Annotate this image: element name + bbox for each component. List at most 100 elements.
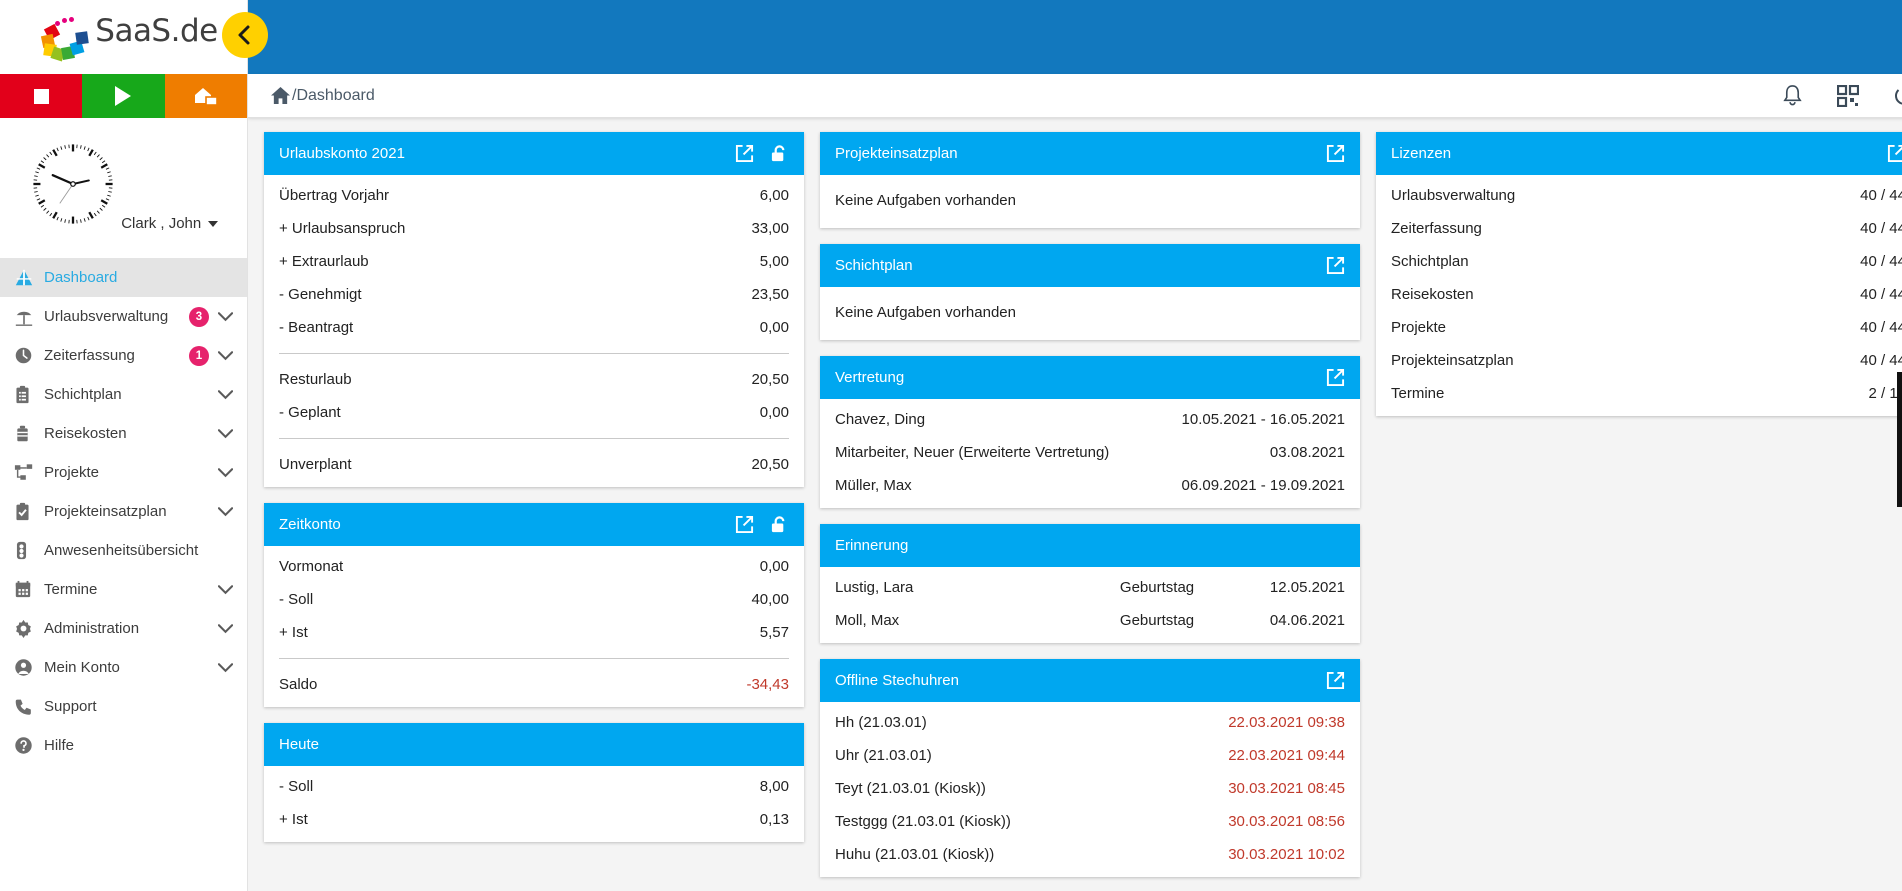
- row-label: Chavez, Ding: [835, 411, 926, 428]
- chevron-down-icon[interactable]: [218, 350, 233, 361]
- data-row: + Ist 0,13: [264, 803, 804, 836]
- phone-icon: [14, 697, 44, 716]
- data-row: Hh (21.03.01) 22.03.2021 09:38: [820, 706, 1360, 739]
- sidebar: SaaS.de Clark , John Dashboard Urlaubsve…: [0, 0, 248, 891]
- sidebar-item-anwesenheits-bersicht[interactable]: Anwesenheitsübersicht: [0, 531, 247, 570]
- unlock-icon[interactable]: [770, 515, 789, 534]
- row-value: 0,00: [759, 404, 789, 421]
- row-label: Resturlaub: [279, 371, 352, 388]
- row-label: Unverplant: [279, 456, 352, 473]
- saas-logo-icon: [41, 14, 99, 62]
- external-link-icon[interactable]: [735, 144, 754, 163]
- sidebar-item-label: Mein Konto: [44, 659, 120, 676]
- sidebar-item-urlaubsverwaltung[interactable]: Urlaubsverwaltung 3: [0, 297, 247, 336]
- sidebar-item-label: Hilfe: [44, 737, 75, 754]
- row-value: 30.03.2021 08:45: [1228, 780, 1345, 797]
- sidebar-item-administration[interactable]: Administration: [0, 609, 247, 648]
- notification-bell-icon[interactable]: [1782, 84, 1803, 107]
- row-label: - Soll: [279, 591, 314, 608]
- quick-action-bar: [0, 74, 247, 118]
- card-title: Urlaubskonto 2021: [279, 145, 405, 162]
- sidebar-item-mein-konto[interactable]: Mein Konto: [0, 648, 247, 687]
- card-heute: Heute - Soll 8,00 + Ist 0,13: [264, 723, 804, 842]
- brand-logo[interactable]: SaaS.de: [0, 0, 247, 74]
- sidebar-item-reisekosten[interactable]: Reisekosten: [0, 414, 247, 453]
- card-header-vertretung: Vertretung: [820, 356, 1360, 399]
- unlock-icon[interactable]: [770, 144, 789, 163]
- card-title: Vertretung: [835, 369, 905, 386]
- row-value: 22.03.2021 09:38: [1228, 714, 1345, 731]
- user-menu[interactable]: Clark , John: [121, 215, 219, 232]
- chevron-down-icon[interactable]: [218, 389, 233, 400]
- card-header-lizenzen: Lizenzen: [1376, 132, 1902, 175]
- sidebar-item-zeiterfassung[interactable]: Zeiterfassung 1: [0, 336, 247, 375]
- sidebar-item-label: Zeiterfassung: [44, 347, 135, 364]
- support-tab-button[interactable]: SUPPORT: [1897, 372, 1902, 507]
- row-value: 40 / 44: [1860, 319, 1902, 336]
- row-middle: Geburtstag: [1119, 579, 1195, 596]
- chevron-down-icon[interactable]: [218, 662, 233, 673]
- row-value: 5,57: [759, 624, 789, 641]
- data-row: Schichtplan 40 / 44: [1376, 245, 1902, 278]
- card-header-erinnerung: Erinnerung: [820, 524, 1360, 567]
- external-link-icon[interactable]: [1326, 671, 1345, 690]
- card-title: Offline Stechuhren: [835, 672, 959, 689]
- chevron-down-icon[interactable]: [218, 311, 233, 322]
- card-zeitkonto: Zeitkonto Vormonat 0,00 - Soll 40,00 + Ist 5,5…: [264, 503, 804, 707]
- chevron-down-icon[interactable]: [218, 584, 233, 595]
- card-erinnerung: Erinnerung Lustig, Lara Geburtstag 12.05.20…: [820, 524, 1360, 643]
- data-row: Projekteinsatzplan 40 / 44: [1376, 344, 1902, 377]
- stop-button[interactable]: [0, 74, 83, 118]
- data-row: Unverplant 20,50: [264, 448, 804, 481]
- row-value: -34,43: [746, 676, 789, 693]
- row-label: Projekteinsatzplan: [1391, 352, 1514, 369]
- chevron-down-icon[interactable]: [218, 428, 233, 439]
- chevron-down-icon[interactable]: [218, 467, 233, 478]
- sidebar-item-badge: 1: [189, 345, 209, 366]
- sidebar-item-projekte[interactable]: Projekte: [0, 453, 247, 492]
- card-title: Schichtplan: [835, 257, 913, 274]
- card-lizenzen: Lizenzen Urlaubsverwaltung 40 / 44 Zeiterfa…: [1376, 132, 1902, 416]
- power-icon[interactable]: [1893, 85, 1902, 107]
- breadcrumb[interactable]: /Dashboard: [270, 86, 375, 105]
- start-button[interactable]: [82, 74, 165, 118]
- sidebar-item-hilfe[interactable]: Hilfe: [0, 726, 247, 765]
- external-link-icon[interactable]: [735, 515, 754, 534]
- data-row: Uhr (21.03.01) 22.03.2021 09:44: [820, 739, 1360, 772]
- chevron-down-icon[interactable]: [218, 506, 233, 517]
- row-value: 40,00: [751, 591, 789, 608]
- sidebar-item-schichtplan[interactable]: Schichtplan: [0, 375, 247, 414]
- sidebar-item-projekteinsatzplan[interactable]: Projekteinsatzplan: [0, 492, 247, 531]
- sidebar-item-termine[interactable]: Termine: [0, 570, 247, 609]
- sidebar-item-dashboard[interactable]: Dashboard: [0, 258, 247, 297]
- row-label: Mitarbeiter, Neuer (Erweiterte Vertretun…: [835, 444, 1110, 461]
- external-link-icon[interactable]: [1887, 144, 1902, 163]
- row-label: + Ist: [279, 624, 308, 641]
- clipboard-list-icon: [14, 385, 44, 404]
- brand-name: SaaS.de: [95, 13, 218, 49]
- card-header-projekteinsatzplan: Projekteinsatzplan: [820, 132, 1360, 175]
- external-link-icon[interactable]: [1326, 144, 1345, 163]
- card-title: Lizenzen: [1391, 145, 1452, 162]
- card-title: Projekteinsatzplan: [835, 145, 958, 162]
- homeoffice-button[interactable]: [164, 74, 247, 118]
- sidebar-item-support[interactable]: Support: [0, 687, 247, 726]
- row-label: Uhr (21.03.01): [835, 747, 932, 764]
- data-row: Mitarbeiter, Neuer (Erweiterte Vertretun…: [820, 436, 1360, 469]
- chevron-down-icon[interactable]: [218, 623, 233, 634]
- main-area: /Dashboard Urlaubskonto 2021 Übertrag Vo…: [222, 0, 1902, 891]
- row-label: Übertrag Vorjahr: [279, 187, 390, 204]
- card-body-urlaubskonto: Übertrag Vorjahr 6,00 + Urlaubsanspruch 33,…: [264, 175, 804, 487]
- row-label: Huhu (21.03.01 (Kiosk)): [835, 846, 995, 863]
- data-row: Resturlaub 20,50: [264, 363, 804, 396]
- app-root: SaaS.de Clark , John Dashboard Urlaubsve…: [0, 0, 1902, 891]
- data-row: + Ist 5,57: [264, 616, 804, 649]
- sidebar-collapse-button[interactable]: [222, 12, 268, 58]
- gear-icon: [14, 619, 44, 638]
- external-link-icon[interactable]: [1326, 256, 1345, 275]
- dashboard-column-2: Projekteinsatzplan Keine Aufgaben vorhand…: [820, 132, 1360, 877]
- external-link-icon[interactable]: [1326, 368, 1345, 387]
- qr-code-icon[interactable]: [1837, 84, 1859, 107]
- sidebar-item-label: Reisekosten: [44, 425, 127, 442]
- clock-icon: [14, 346, 44, 365]
